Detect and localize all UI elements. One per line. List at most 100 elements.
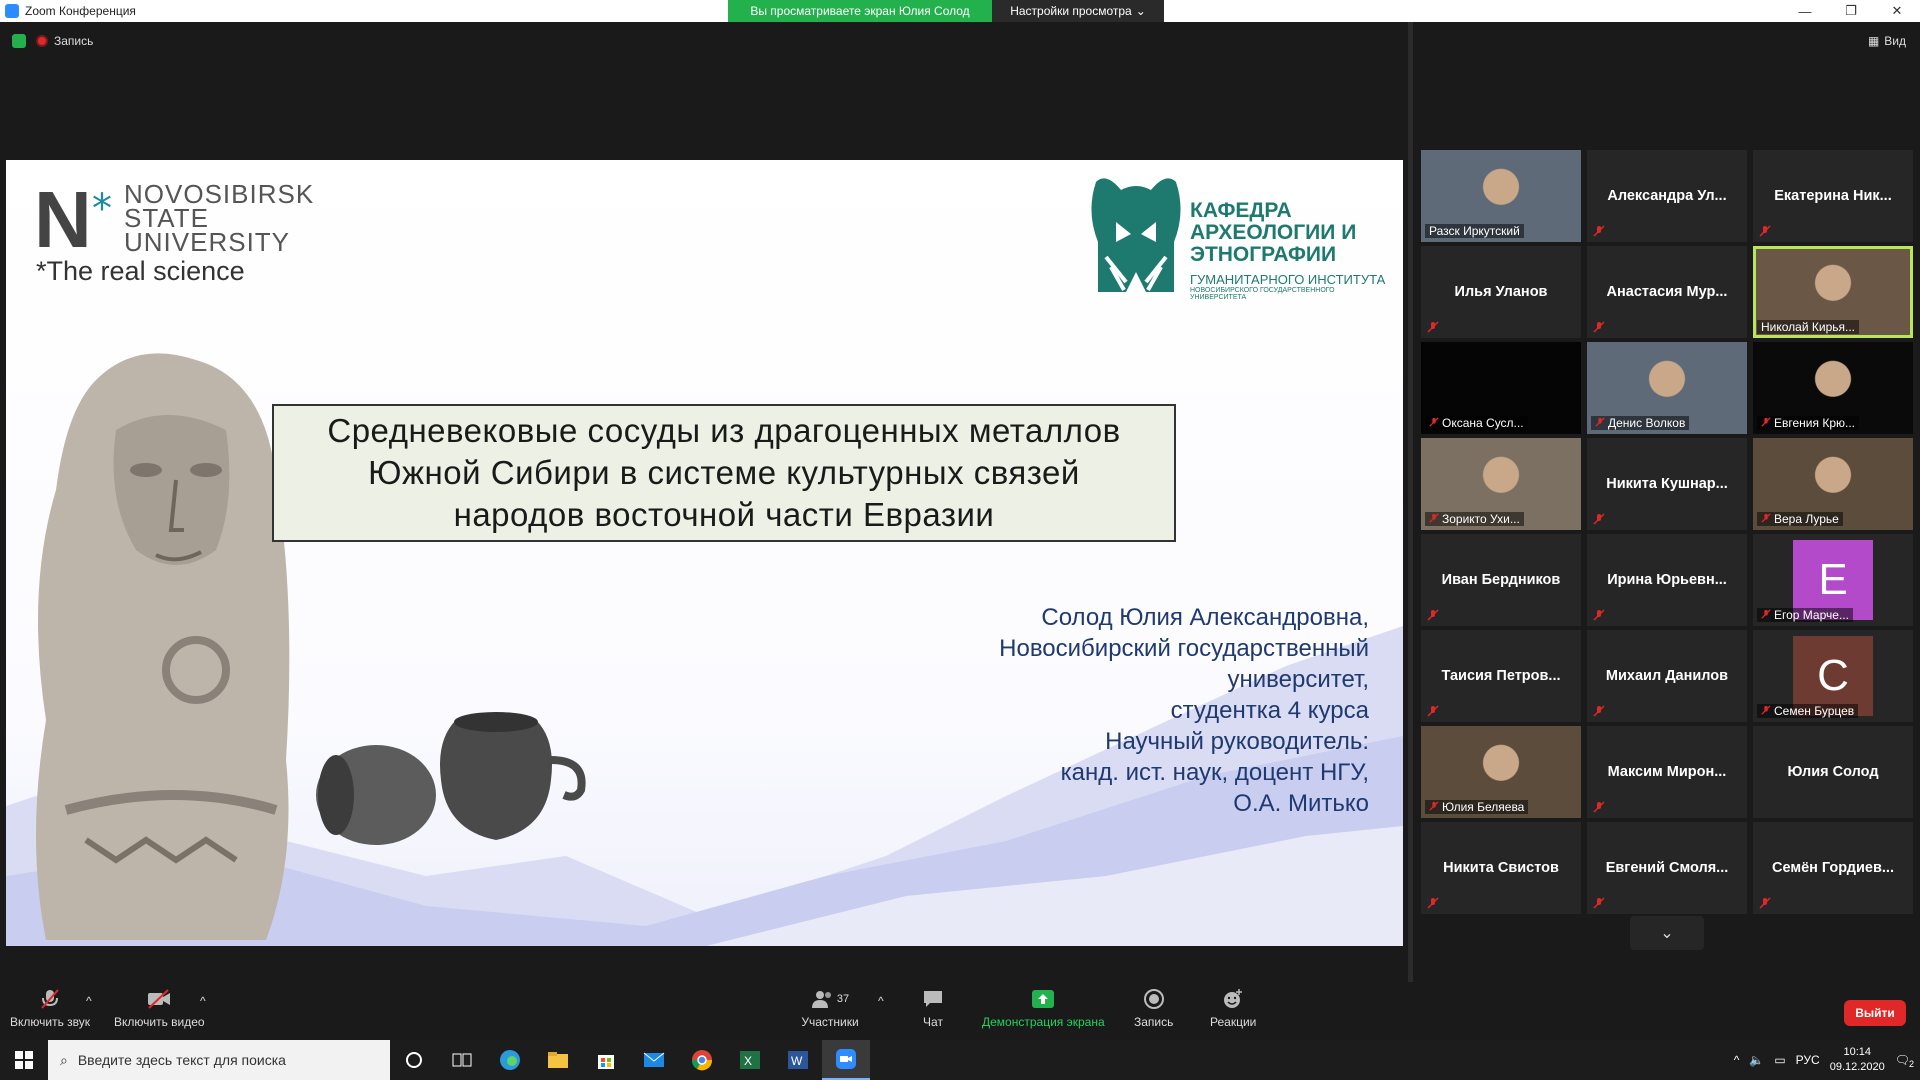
volume-icon[interactable]: 🔈 (1749, 1053, 1764, 1067)
participant-name: Оксана Сусл... (1442, 416, 1524, 430)
close-button[interactable]: ✕ (1874, 0, 1920, 22)
participant-tile[interactable]: Вера Лурье (1753, 438, 1913, 530)
reactions-button[interactable]: Реакции (1210, 988, 1256, 1029)
minimize-button[interactable]: — (1782, 0, 1828, 22)
metal-vessels-image (316, 712, 586, 845)
view-options-button[interactable]: Настройки просмотра ⌄ (992, 0, 1164, 22)
chevron-down-icon: ⌄ (1660, 925, 1674, 942)
caret-up-icon[interactable]: ^ (1734, 1053, 1740, 1067)
participant-caption: Разск Иркутский (1425, 224, 1524, 238)
participant-name: Анастасия Мур... (1606, 284, 1728, 300)
participants-options-caret[interactable]: ^ (878, 994, 884, 1008)
clock[interactable]: 10:14 09.12.2020 (1830, 1045, 1885, 1075)
video-options-caret[interactable]: ^ (200, 994, 206, 1008)
participant-tile[interactable]: Никита Свистов (1421, 822, 1581, 914)
participant-tile[interactable]: Иван Бердников (1421, 534, 1581, 626)
nsu-logo-letter: N (34, 182, 92, 262)
participant-name: Юлия Солод (1787, 764, 1879, 780)
view-options-label: Настройки просмотра (1010, 4, 1132, 18)
restore-button[interactable]: ❐ (1828, 0, 1874, 22)
muted-mic-icon (1427, 896, 1439, 909)
muted-mic-icon (1761, 704, 1771, 718)
participant-tiles: Разск Иркутский Александра Ул... Екатерина… (1421, 150, 1913, 914)
excel-icon[interactable]: X (726, 1040, 774, 1080)
record-icon (1141, 988, 1167, 1010)
participant-name: Разск Иркутский (1429, 224, 1520, 238)
task-view-button[interactable] (438, 1040, 486, 1080)
participant-name: Екатерина Ник... (1774, 188, 1892, 204)
clock-date: 09.12.2020 (1829, 1061, 1885, 1073)
record-button[interactable]: Запись (1134, 988, 1173, 1029)
share-screen-button[interactable]: Демонстрация экрана (982, 988, 1105, 1029)
system-tray: ^ 🔈 ▭ РУС 10:14 09.12.2020 🗨 2 (1734, 1040, 1920, 1080)
muted-mic-icon (37, 988, 63, 1010)
participant-name: Михаил Данилов (1605, 668, 1729, 684)
participant-tile[interactable]: C Семен Бурцев (1753, 630, 1913, 722)
participant-tile[interactable]: Юлия Солод (1753, 726, 1913, 818)
grid-icon: ▦ (1867, 34, 1880, 48)
chrome-icon[interactable] (678, 1040, 726, 1080)
participant-name: Семён Гордиев... (1772, 860, 1894, 876)
taskbar-search-input[interactable]: ⌕ Введите здесь текст для поиска (48, 1040, 390, 1080)
chevron-down-icon: ⌄ (1135, 4, 1146, 18)
participant-name: Ирина Юрьевн... (1607, 572, 1727, 588)
view-button[interactable]: ▦ Вид (1868, 34, 1906, 48)
participant-tile[interactable]: Никита Кушнар... (1587, 438, 1747, 530)
participant-tile[interactable]: Ирина Юрьевн... (1587, 534, 1747, 626)
muted-mic-icon (1761, 512, 1771, 526)
participant-tile[interactable]: Зорикто Ухи... (1421, 438, 1581, 530)
participant-tile[interactable]: Александра Ул... (1587, 150, 1747, 242)
participant-tile[interactable]: Таисия Петров... (1421, 630, 1581, 722)
search-placeholder: Введите здесь текст для поиска (77, 1052, 286, 1068)
participant-tile[interactable]: Илья Уланов (1421, 246, 1581, 338)
nsu-line-3: UNIVERSITY (124, 227, 291, 257)
participant-name: Таисия Петров... (1441, 668, 1561, 684)
start-button[interactable] (0, 1040, 48, 1080)
department-name: КАФЕДРА АРХЕОЛОГИИ И ЭТНОГРАФИИ (1190, 199, 1357, 266)
cortana-button[interactable] (390, 1040, 438, 1080)
notifications-button[interactable]: 🗨 2 (1895, 1053, 1914, 1069)
muted-mic-icon (1593, 512, 1605, 525)
participant-tile[interactable]: Оксана Сусл... (1421, 342, 1581, 434)
unmute-button[interactable]: Включить звук (10, 988, 90, 1029)
participant-tile[interactable]: Евгения Крю... (1753, 342, 1913, 434)
participants-button[interactable]: 37 Участники (800, 988, 860, 1029)
network-icon[interactable]: ▭ (1774, 1053, 1785, 1067)
participant-caption: Юлия Беляева (1425, 800, 1529, 814)
file-explorer-icon[interactable] (534, 1040, 582, 1080)
keyboard-language[interactable]: РУС (1796, 1053, 1820, 1067)
muted-mic-icon (1761, 608, 1771, 622)
muted-mic-icon (1593, 800, 1605, 813)
encryption-shield-icon[interactable] (12, 34, 26, 48)
participants-icon: 37 (800, 988, 860, 1010)
participant-tile[interactable]: Михаил Данилов (1587, 630, 1747, 722)
mail-icon[interactable] (630, 1040, 678, 1080)
participant-tile[interactable]: Разск Иркутский (1421, 150, 1581, 242)
participant-tile[interactable]: Анастасия Мур... (1587, 246, 1747, 338)
participant-tile[interactable]: Максим Мирон... (1587, 726, 1747, 818)
search-icon: ⌕ (60, 1051, 68, 1068)
slide-title: Средневековые сосуды из драгоценных мета… (327, 410, 1120, 536)
participant-tile[interactable]: Евгений Смоля... (1587, 822, 1747, 914)
start-video-button[interactable]: Включить видео (114, 988, 205, 1029)
department-subtitle-line-1: ГУМАНИТАРНОГО ИНСТИТУТА (1190, 272, 1386, 287)
participant-tile[interactable]: Николай Кирья... (1753, 246, 1913, 338)
edge-icon[interactable] (486, 1040, 534, 1080)
recording-indicator[interactable]: Запись (36, 34, 93, 48)
chat-button[interactable]: Чат (920, 988, 946, 1029)
participant-tile[interactable]: Семён Гордиев... (1753, 822, 1913, 914)
zoom-taskbar-icon[interactable] (822, 1040, 870, 1080)
leave-button[interactable]: Выйти (1844, 1000, 1906, 1026)
word-icon[interactable]: W (774, 1040, 822, 1080)
store-icon[interactable] (582, 1040, 630, 1080)
muted-mic-icon (1427, 608, 1439, 621)
muted-mic-icon (1593, 896, 1605, 909)
participant-tile[interactable]: Екатерина Ник... (1753, 150, 1913, 242)
audio-options-caret[interactable]: ^ (86, 994, 92, 1008)
participant-tile[interactable]: Денис Волков (1587, 342, 1747, 434)
participant-tile[interactable]: Юлия Беляева (1421, 726, 1581, 818)
muted-mic-icon (1429, 800, 1439, 814)
gallery-scroll-down-button[interactable]: ⌄ (1630, 916, 1704, 950)
svg-text:*: * (92, 186, 112, 232)
participant-tile[interactable]: E Егор Марче... (1753, 534, 1913, 626)
